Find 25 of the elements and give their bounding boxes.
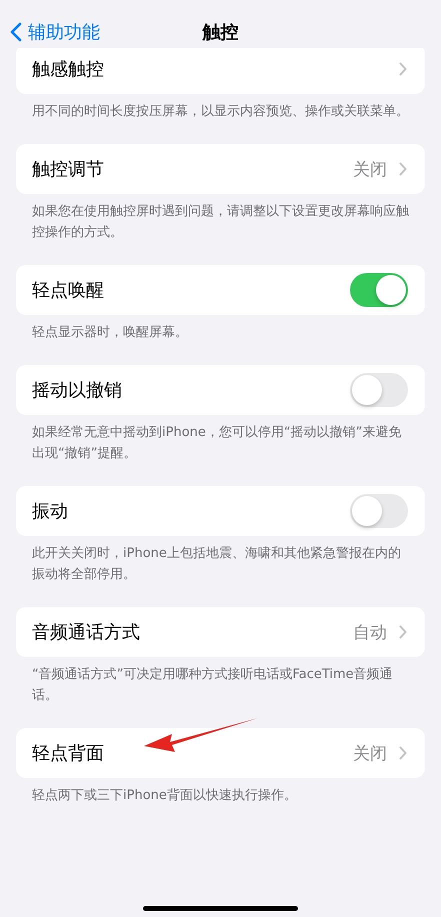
row-value: 关闭 xyxy=(353,158,387,180)
settings-row[interactable]: 音频通话方式 自动 xyxy=(16,607,425,657)
row-label: 轻点唤醒 xyxy=(32,279,105,302)
row-label: 轻点背面 xyxy=(32,742,105,765)
back-button[interactable]: 辅助功能 xyxy=(8,18,102,46)
section-footer: 用不同的时间长度按压屏幕，以显示内容预览、操作或关联菜单。 xyxy=(16,94,425,122)
settings-row[interactable]: 轻点唤醒 xyxy=(16,265,425,315)
section-footer: 此开关关闭时，iPhone上包括地震、海啸和其他紧急警报在内的振动将全部停用。 xyxy=(16,536,425,585)
page-title: 触控 xyxy=(202,21,238,44)
settings-row[interactable]: 振动 xyxy=(16,486,425,536)
section-footer: 轻点显示器时，唤醒屏幕。 xyxy=(16,315,425,343)
row-label: 振动 xyxy=(32,500,69,523)
settings-row[interactable]: 轻点背面 关闭 xyxy=(16,728,425,778)
settings-row[interactable]: 摇动以撤销 xyxy=(16,365,425,415)
section-footer: “音频通话方式”可决定用哪种方式接听电话或FaceTime音频通话。 xyxy=(16,657,425,706)
row-label: 触感触控 xyxy=(32,58,105,81)
settings-row[interactable]: 触控调节 关闭 xyxy=(16,144,425,194)
row-label: 摇动以撤销 xyxy=(32,379,123,402)
section-footer: 轻点两下或三下iPhone背面以快速执行操作。 xyxy=(16,778,425,806)
row-value: 自动 xyxy=(353,622,387,644)
section-footer: 如果您在使用触控屏时遇到问题，请调整以下设置更改屏幕响应触控操作的方式。 xyxy=(16,194,425,243)
section-footer: 如果经常无意中摇动到iPhone，您可以停用“摇动以撤销”来避免出现“撤销”提醒。 xyxy=(16,415,425,464)
row-value: 关闭 xyxy=(353,742,387,764)
row-label: 触控调节 xyxy=(32,158,105,181)
row-label: 音频通话方式 xyxy=(32,621,141,644)
